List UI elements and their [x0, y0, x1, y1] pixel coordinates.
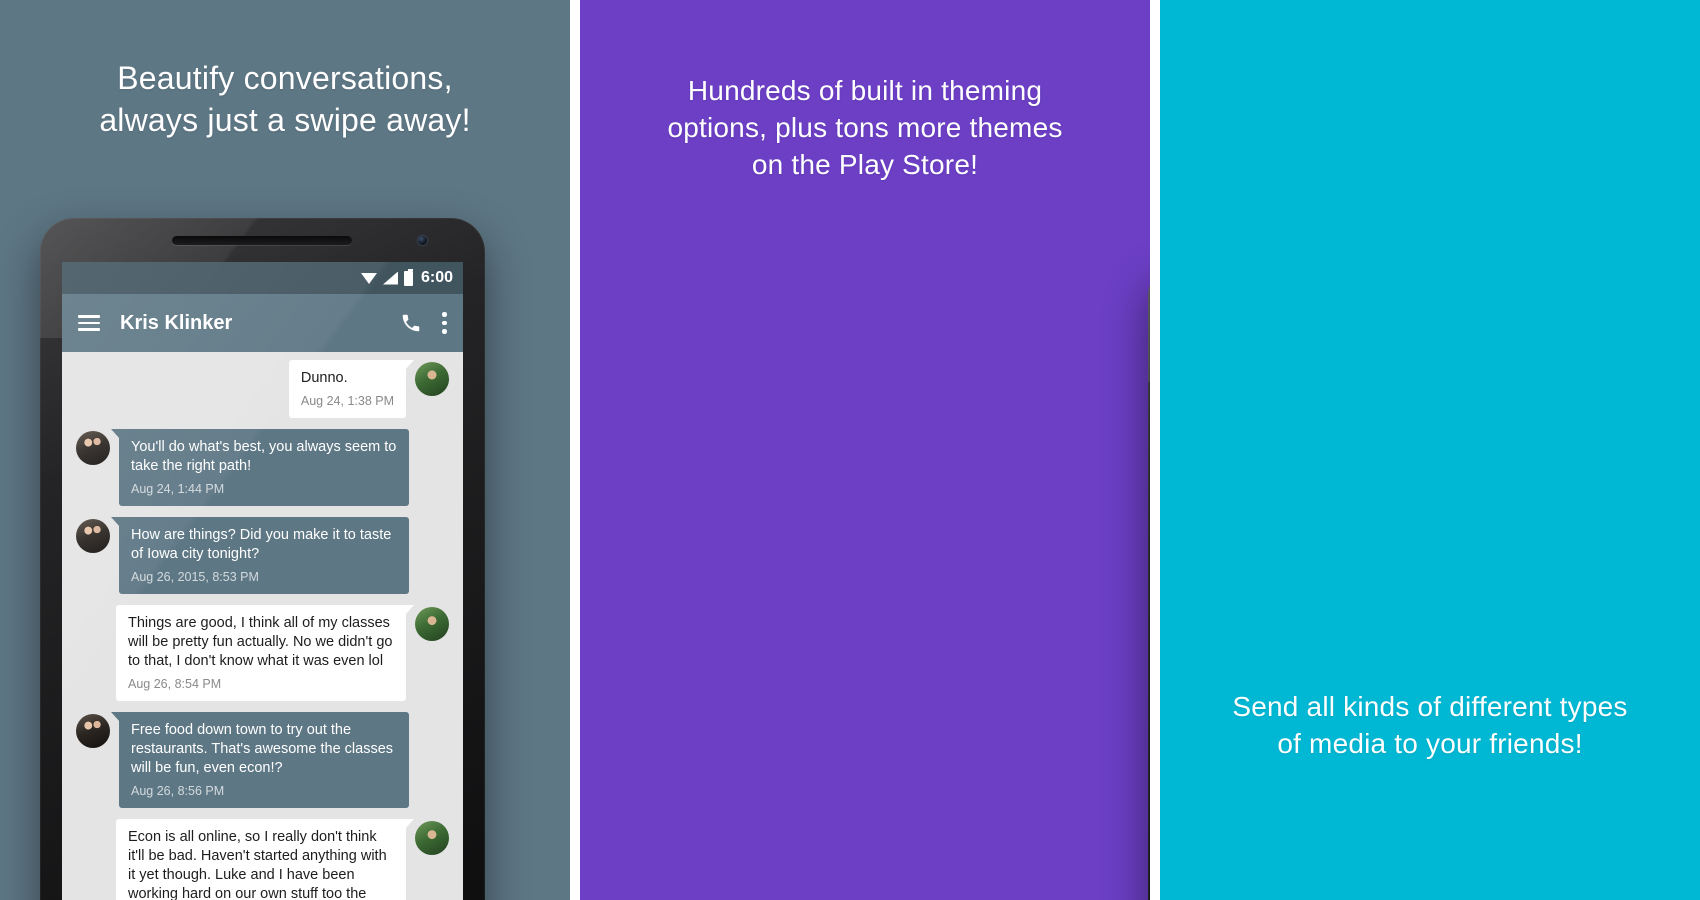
phone-mockup-1: 6:00 Kris Klinker Dunno. Aug 24, 1:38 PM: [40, 218, 485, 900]
conversation-title: Kris Klinker: [120, 311, 233, 334]
message-timestamp: Aug 26, 2015, 8:53 PM: [131, 570, 259, 584]
phone-icon[interactable]: [400, 312, 422, 334]
phone-gloss: [1148, 262, 1150, 382]
panel-beautify-conversations: Beautify conversations, always just a sw…: [0, 0, 570, 900]
battery-icon: [403, 268, 413, 286]
message-bubble[interactable]: Econ is all online, so I really don't th…: [116, 819, 414, 900]
panel-divider: [570, 0, 580, 900]
caption-line-1: Send all kinds of different types: [1232, 691, 1628, 722]
message-thread-1[interactable]: Dunno. Aug 24, 1:38 PM You'll do what's …: [62, 352, 463, 900]
message-row: Dunno. Aug 24, 1:38 PM: [62, 360, 463, 418]
message-timestamp: Aug 26, 8:54 PM: [128, 677, 222, 691]
message-bubble[interactable]: Things are good, I think all of my class…: [116, 605, 414, 701]
front-camera: [418, 236, 427, 245]
panel-2-caption: Hundreds of built in theming options, pl…: [580, 72, 1150, 183]
message-bubble[interactable]: Free food down town to try out the resta…: [111, 712, 409, 808]
panel-theming-options: Hundreds of built in theming options, pl…: [580, 0, 1150, 900]
status-bar-1: 6:00: [62, 262, 463, 294]
message-row: Econ is all online, so I really don't th…: [62, 819, 463, 900]
message-text: Things are good, I think all of my class…: [128, 615, 393, 669]
avatar: [76, 519, 110, 553]
wifi-icon: [360, 272, 377, 284]
caption-line-2: always just a swipe away!: [99, 102, 471, 138]
message-bubble[interactable]: Dunno. Aug 24, 1:38 PM: [288, 360, 415, 418]
avatar: [415, 607, 449, 641]
message-text: Econ is all online, so I really don't th…: [128, 829, 387, 900]
app-bar-1: Kris Klinker: [62, 294, 463, 352]
message-timestamp: Aug 26, 8:56 PM: [131, 784, 225, 798]
caption-line-3: on the Play Store!: [751, 149, 979, 180]
status-time: 6:00: [420, 269, 453, 286]
earpiece-speaker: [172, 236, 352, 245]
panel-send-media: Send all kinds of different types of med…: [1160, 0, 1700, 900]
panel-divider: [1150, 0, 1160, 900]
caption-line-1: Hundreds of built in theming: [687, 75, 1043, 106]
message-bubble[interactable]: How are things? Did you make it to taste…: [111, 517, 409, 594]
caption-line-1: Beautify conversations,: [117, 60, 453, 96]
avatar: [415, 821, 449, 855]
caption-line-2: of media to your friends!: [1277, 728, 1583, 759]
message-row: How are things? Did you make it to taste…: [62, 517, 463, 594]
phone-mockup-2: 6:00 Theme THEME Base Theme Primary Colo…: [1148, 262, 1150, 900]
message-timestamp: Aug 24, 1:38 PM: [300, 394, 394, 408]
message-text: Free food down town to try out the resta…: [131, 722, 394, 776]
message-text: Dunno.: [300, 370, 348, 386]
hamburger-icon[interactable]: [78, 315, 100, 331]
caption-line-2: options, plus tons more themes: [667, 112, 1063, 143]
avatar: [76, 714, 110, 748]
kebab-menu-icon[interactable]: [442, 312, 447, 334]
panel-3-caption: Send all kinds of different types of med…: [1160, 688, 1700, 762]
message-row: Things are good, I think all of my class…: [62, 605, 463, 701]
avatar: [76, 431, 110, 465]
message-text: You'll do what's best, you always seem t…: [131, 439, 397, 474]
signal-icon: [382, 271, 398, 285]
message-row: You'll do what's best, you always seem t…: [62, 429, 463, 506]
message-row: Free food down town to try out the resta…: [62, 712, 463, 808]
avatar: [415, 362, 449, 396]
panel-1-caption: Beautify conversations, always just a sw…: [0, 57, 570, 141]
message-bubble[interactable]: You'll do what's best, you always seem t…: [111, 429, 409, 506]
message-timestamp: Aug 24, 1:44 PM: [131, 482, 225, 496]
phone-screen-1: 6:00 Kris Klinker Dunno. Aug 24, 1:38 PM: [62, 262, 463, 900]
screenshot-stage: Beautify conversations, always just a sw…: [0, 0, 1700, 900]
message-text: How are things? Did you make it to taste…: [131, 527, 392, 562]
